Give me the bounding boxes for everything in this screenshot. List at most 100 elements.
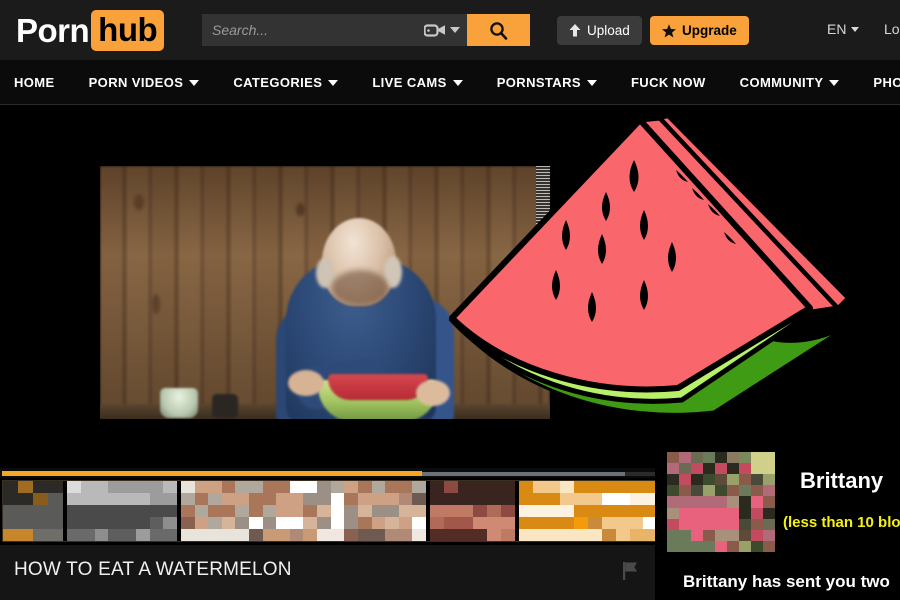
thumbnail-pixel	[149, 505, 164, 517]
thumbnail-pixel	[181, 517, 195, 529]
thumbnail-pixel	[208, 481, 222, 493]
nav-item-porn-videos[interactable]: PORN VIDEOS	[89, 75, 200, 90]
nav-item-pornstars[interactable]: PORNSTARS	[497, 75, 597, 90]
thumbnail-pixel	[398, 529, 413, 541]
thumbnail-pixel	[33, 505, 48, 517]
ad-thumbnail-pixel	[667, 485, 679, 497]
thumbnail-pixel	[317, 517, 331, 529]
video-thumbnail-strip[interactable]	[2, 480, 656, 542]
thumbnail-pixel	[588, 481, 602, 493]
thumbnail-pixel	[249, 481, 263, 493]
thumbnail-item[interactable]	[181, 481, 426, 541]
thumbnail-pixel	[33, 493, 48, 505]
thumbnail-pixel	[80, 493, 95, 505]
thumbnail-pixel	[615, 505, 630, 517]
advertisement-panel[interactable]: Brittany (less than 10 bloc Brittany has…	[655, 450, 900, 600]
ad-thumbnail-pixel	[739, 540, 751, 552]
thumbnail-pixel	[3, 481, 18, 493]
nav-item-photos[interactable]: PHOTOS &	[873, 75, 900, 90]
thumbnail-pixel	[412, 529, 426, 541]
thumbnail-pixel	[33, 481, 48, 493]
thumbnail-pixel	[249, 529, 263, 541]
language-selector[interactable]: EN	[827, 21, 860, 37]
thumbnail-pixel	[486, 505, 501, 517]
thumbnail-pixel	[430, 481, 445, 493]
thumbnail-pixel	[629, 505, 644, 517]
nav-item-label: FUCK NOW	[630, 75, 706, 90]
thumbnail-pixel	[371, 505, 386, 517]
thumbnail-pixel	[500, 505, 515, 517]
thumbnail-pixel	[574, 493, 589, 505]
thumbnail-pixel	[486, 493, 501, 505]
nav-item-fuck-now[interactable]: FUCK NOW	[631, 75, 706, 90]
thumbnail-item[interactable]	[3, 481, 63, 541]
thumbnail-pixel	[181, 493, 195, 505]
thumbnail-pixel	[262, 493, 277, 505]
video-frame	[100, 166, 550, 419]
thumbnail-pixel	[33, 517, 48, 529]
ad-thumbnail-pixel	[679, 463, 691, 475]
thumbnail-pixel	[588, 517, 602, 529]
flag-report-icon[interactable]	[622, 561, 640, 581]
thumbnail-pixel	[80, 517, 95, 529]
thumbnail-pixel	[48, 493, 63, 505]
thumbnail-pixel	[221, 493, 236, 505]
login-link[interactable]: Log	[884, 21, 900, 37]
thumbnail-pixel	[3, 505, 18, 517]
nav-item-home[interactable]: HOME	[14, 75, 55, 90]
thumbnail-pixel	[601, 517, 616, 529]
upload-button[interactable]: Upload	[557, 16, 642, 45]
video-progress-bar[interactable]	[0, 468, 660, 478]
nav-item-live-cams[interactable]: LIVE CAMS	[372, 75, 463, 90]
page-root: Pornhub Upload	[0, 0, 900, 600]
thumbnail-pixel	[615, 517, 630, 529]
search-type-dropdown[interactable]	[417, 14, 467, 46]
thumbnail-pixel	[262, 529, 277, 541]
thumbnail-item[interactable]	[67, 481, 177, 541]
thumbnail-pixel	[303, 493, 318, 505]
thumbnail-pixel	[371, 529, 386, 541]
site-logo[interactable]: Porn hub	[16, 9, 165, 51]
nav-item-community[interactable]: COMMUNITY	[740, 75, 840, 90]
star-icon	[662, 23, 676, 37]
ad-thumbnail-pixel	[751, 474, 763, 486]
thumbnail-pixel	[181, 505, 195, 517]
thumbnail-item[interactable]	[430, 481, 515, 541]
thumbnail-pixel	[289, 529, 304, 541]
search-button[interactable]	[467, 14, 530, 46]
video-player[interactable]	[0, 106, 660, 468]
thumbnail-pixel	[122, 505, 136, 517]
progress-played	[2, 471, 422, 476]
video-title-bar: HOW TO EAT A WATERMELON	[0, 545, 660, 600]
ad-thumbnail-pixel	[763, 518, 775, 530]
ad-thumbnail-pixel	[751, 496, 763, 508]
ad-thumbnail-pixel	[715, 507, 727, 519]
thumbnail-pixel	[94, 529, 109, 541]
thumbnail-pixel	[601, 493, 616, 505]
ad-thumbnail[interactable]	[667, 452, 775, 552]
thumbnail-pixel	[344, 481, 358, 493]
thumbnail-pixel	[303, 505, 318, 517]
ad-thumbnail-pixel	[679, 452, 691, 464]
ad-thumbnail-pixel	[667, 474, 679, 486]
nav-item-label: PORNSTARS	[496, 75, 581, 90]
logo-text-primary: Porn	[16, 11, 90, 49]
chevron-down-icon	[189, 79, 200, 86]
thumbnail-item[interactable]	[519, 481, 655, 541]
chevron-down-icon	[851, 26, 860, 32]
thumbnail-pixel	[289, 481, 304, 493]
search-input[interactable]	[202, 14, 417, 46]
ad-thumbnail-pixel	[715, 529, 727, 541]
thumbnail-pixel	[629, 517, 644, 529]
thumbnail-pixel	[371, 517, 386, 529]
upgrade-button[interactable]: Upgrade	[650, 16, 749, 45]
ad-thumbnail-pixel	[667, 507, 679, 519]
thumbnail-pixel	[67, 505, 81, 517]
thumbnail-pixel	[532, 529, 547, 541]
subject-hand	[416, 380, 450, 406]
ad-thumbnail-pixel	[763, 463, 775, 475]
ad-thumbnail-pixel	[739, 518, 751, 530]
nav-item-categories[interactable]: CATEGORIES	[233, 75, 339, 90]
thumbnail-pixel	[135, 517, 150, 529]
thumbnail-pixel	[532, 517, 547, 529]
